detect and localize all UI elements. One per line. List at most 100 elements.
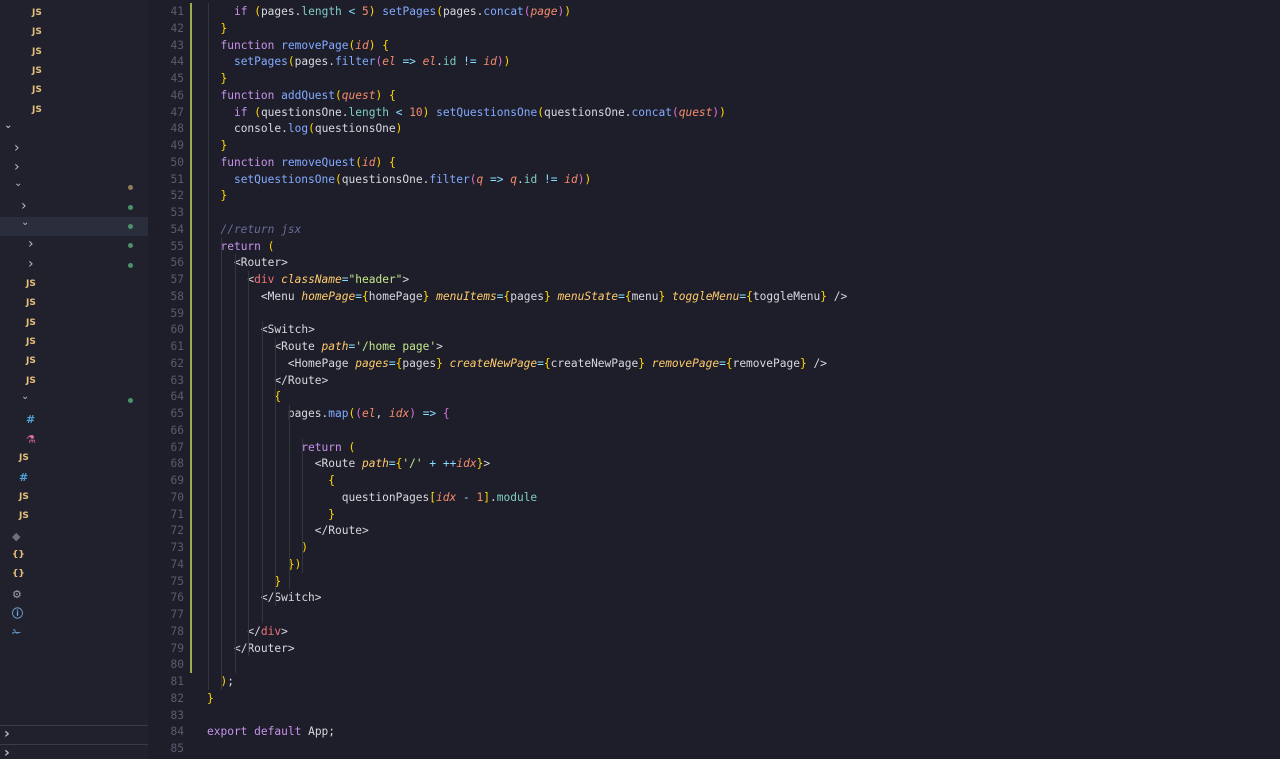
explorer-item[interactable]: › xyxy=(0,236,148,255)
explorer-file-row[interactable]: JS xyxy=(0,81,148,100)
indent-guide xyxy=(289,405,290,590)
explorer-file-row[interactable]: JS xyxy=(0,43,148,62)
js-file-icon: JS xyxy=(19,491,29,502)
line-number: 77 xyxy=(170,608,184,621)
code-text: { xyxy=(328,474,335,487)
explorer-item[interactable]: JS xyxy=(0,488,148,507)
code-line: 52 } xyxy=(148,187,1280,205)
code-text: } xyxy=(274,574,282,588)
chevron-right-icon: › xyxy=(14,139,20,156)
git-change-marker xyxy=(190,388,192,406)
git-change-marker xyxy=(190,622,192,640)
explorer-item[interactable]: {} xyxy=(0,565,148,584)
code-line: 77 xyxy=(148,606,1280,623)
outline-panel-header[interactable]: › xyxy=(0,726,148,745)
line-number: 48 xyxy=(170,122,184,136)
code-line: 76 </Switch> xyxy=(148,589,1280,607)
explorer-file-row[interactable]: JS xyxy=(0,62,148,81)
line-number: 52 xyxy=(170,189,184,203)
explorer-item[interactable]: › xyxy=(0,140,148,159)
line-number: 55 xyxy=(170,239,184,253)
modified-dot xyxy=(128,204,133,210)
explorer-item[interactable]: # xyxy=(0,468,148,487)
modified-dot xyxy=(128,185,133,191)
yarn-icon: ✁ xyxy=(12,626,22,640)
code-text: if (pages.length < 5) setPages(pages.con… xyxy=(233,5,571,18)
line-number: 71 xyxy=(170,507,184,521)
code-line: 58 <Menu homePage={homePage} menuItems={… xyxy=(148,287,1280,305)
code-line: 59 xyxy=(148,304,1280,322)
explorer-item[interactable]: {} xyxy=(0,546,148,565)
git-change-marker xyxy=(190,70,192,87)
line-number: 45 xyxy=(170,72,184,85)
explorer-item[interactable]: JS xyxy=(0,294,148,313)
line-number: 78 xyxy=(170,624,184,638)
line-number: 68 xyxy=(170,457,184,471)
code-line: 68 <Route path={'/' + ++idx}> xyxy=(148,455,1280,473)
git-change-marker xyxy=(190,287,192,305)
git-change-marker xyxy=(190,338,192,355)
timeline-panel-header[interactable]: › xyxy=(0,745,148,759)
js-file-icon: JS xyxy=(19,511,29,522)
line-number: 51 xyxy=(170,172,184,186)
git-change-marker xyxy=(190,153,192,171)
git-change-marker xyxy=(190,3,192,20)
indent-guide xyxy=(235,254,236,673)
indent-guide xyxy=(275,338,276,606)
code-line: 51 setQuestionsOne(questionsOne.filter(q… xyxy=(148,170,1280,188)
explorer-item[interactable]: ✁ xyxy=(0,623,148,642)
explorer-item[interactable]: JS xyxy=(0,507,148,526)
modified-dot xyxy=(128,262,133,268)
line-number: 72 xyxy=(170,524,184,538)
css-file-icon: # xyxy=(26,413,36,427)
explorer-item[interactable]: ⌄ xyxy=(0,216,148,236)
explorer-item[interactable]: JS xyxy=(0,275,148,294)
explorer-item[interactable]: JS xyxy=(0,352,148,371)
explorer-item[interactable]: JS xyxy=(0,333,148,352)
code-text: <Menu homePage={homePage} menuItems={pag… xyxy=(260,289,848,303)
code-text: <div className="header"> xyxy=(247,273,410,286)
code-text: <Route path={'/' + ++idx}> xyxy=(314,457,491,471)
explorer-item[interactable]: ⌄ xyxy=(0,178,148,197)
project-folder-header[interactable]: ⌄ xyxy=(0,120,148,139)
explorer-file-row[interactable]: JS xyxy=(0,23,148,42)
explorer-item[interactable]: ⚗ xyxy=(0,430,148,449)
explorer-item[interactable]: JS xyxy=(0,314,148,333)
explorer-item[interactable]: JS xyxy=(0,449,148,468)
explorer-item[interactable]: ⓘ xyxy=(0,604,148,623)
explorer-item[interactable]: ⌄ xyxy=(0,391,148,410)
line-number: 58 xyxy=(170,289,184,303)
code-text: function removeQuest(id) { xyxy=(220,155,396,169)
code-line: 74 }) xyxy=(148,555,1280,573)
code-line: 53 xyxy=(148,204,1280,221)
chevron-down-icon: ⌄ xyxy=(21,216,30,228)
line-number: 59 xyxy=(170,306,184,320)
git-change-marker xyxy=(190,170,192,188)
code-text: //return jsx xyxy=(207,222,302,236)
scss-file-icon: ⚗ xyxy=(26,432,36,446)
explorer-item[interactable]: ⚙ xyxy=(0,585,148,604)
git-change-marker xyxy=(190,522,192,540)
git-change-marker xyxy=(190,354,192,372)
line-number: 60 xyxy=(170,323,184,337)
js-file-icon: JS xyxy=(32,46,42,57)
code-text: return ( xyxy=(301,440,356,454)
code-line: 73 ) xyxy=(148,539,1280,556)
explorer-file-row[interactable]: JS xyxy=(0,4,148,23)
code-line: 47 if (questionsOne.length < 10) setQues… xyxy=(148,103,1280,121)
indent-guide xyxy=(262,321,263,623)
git-change-marker xyxy=(190,304,192,322)
explorer-item[interactable]: ◆ xyxy=(0,527,148,546)
chevron-right-icon: › xyxy=(4,726,10,742)
chevron-right-icon: › xyxy=(4,745,10,759)
chevron-down-icon: ⌄ xyxy=(14,178,23,190)
js-file-icon: JS xyxy=(26,356,36,367)
git-change-marker xyxy=(190,220,192,238)
explorer-item[interactable]: › xyxy=(0,256,148,275)
explorer-item[interactable]: # xyxy=(0,410,148,429)
explorer-file-row[interactable]: JS xyxy=(0,101,148,120)
chevron-down-icon: ⌄ xyxy=(4,120,13,131)
git-change-marker xyxy=(190,86,192,104)
css-file-icon: # xyxy=(19,471,29,485)
line-number: 83 xyxy=(170,708,184,722)
